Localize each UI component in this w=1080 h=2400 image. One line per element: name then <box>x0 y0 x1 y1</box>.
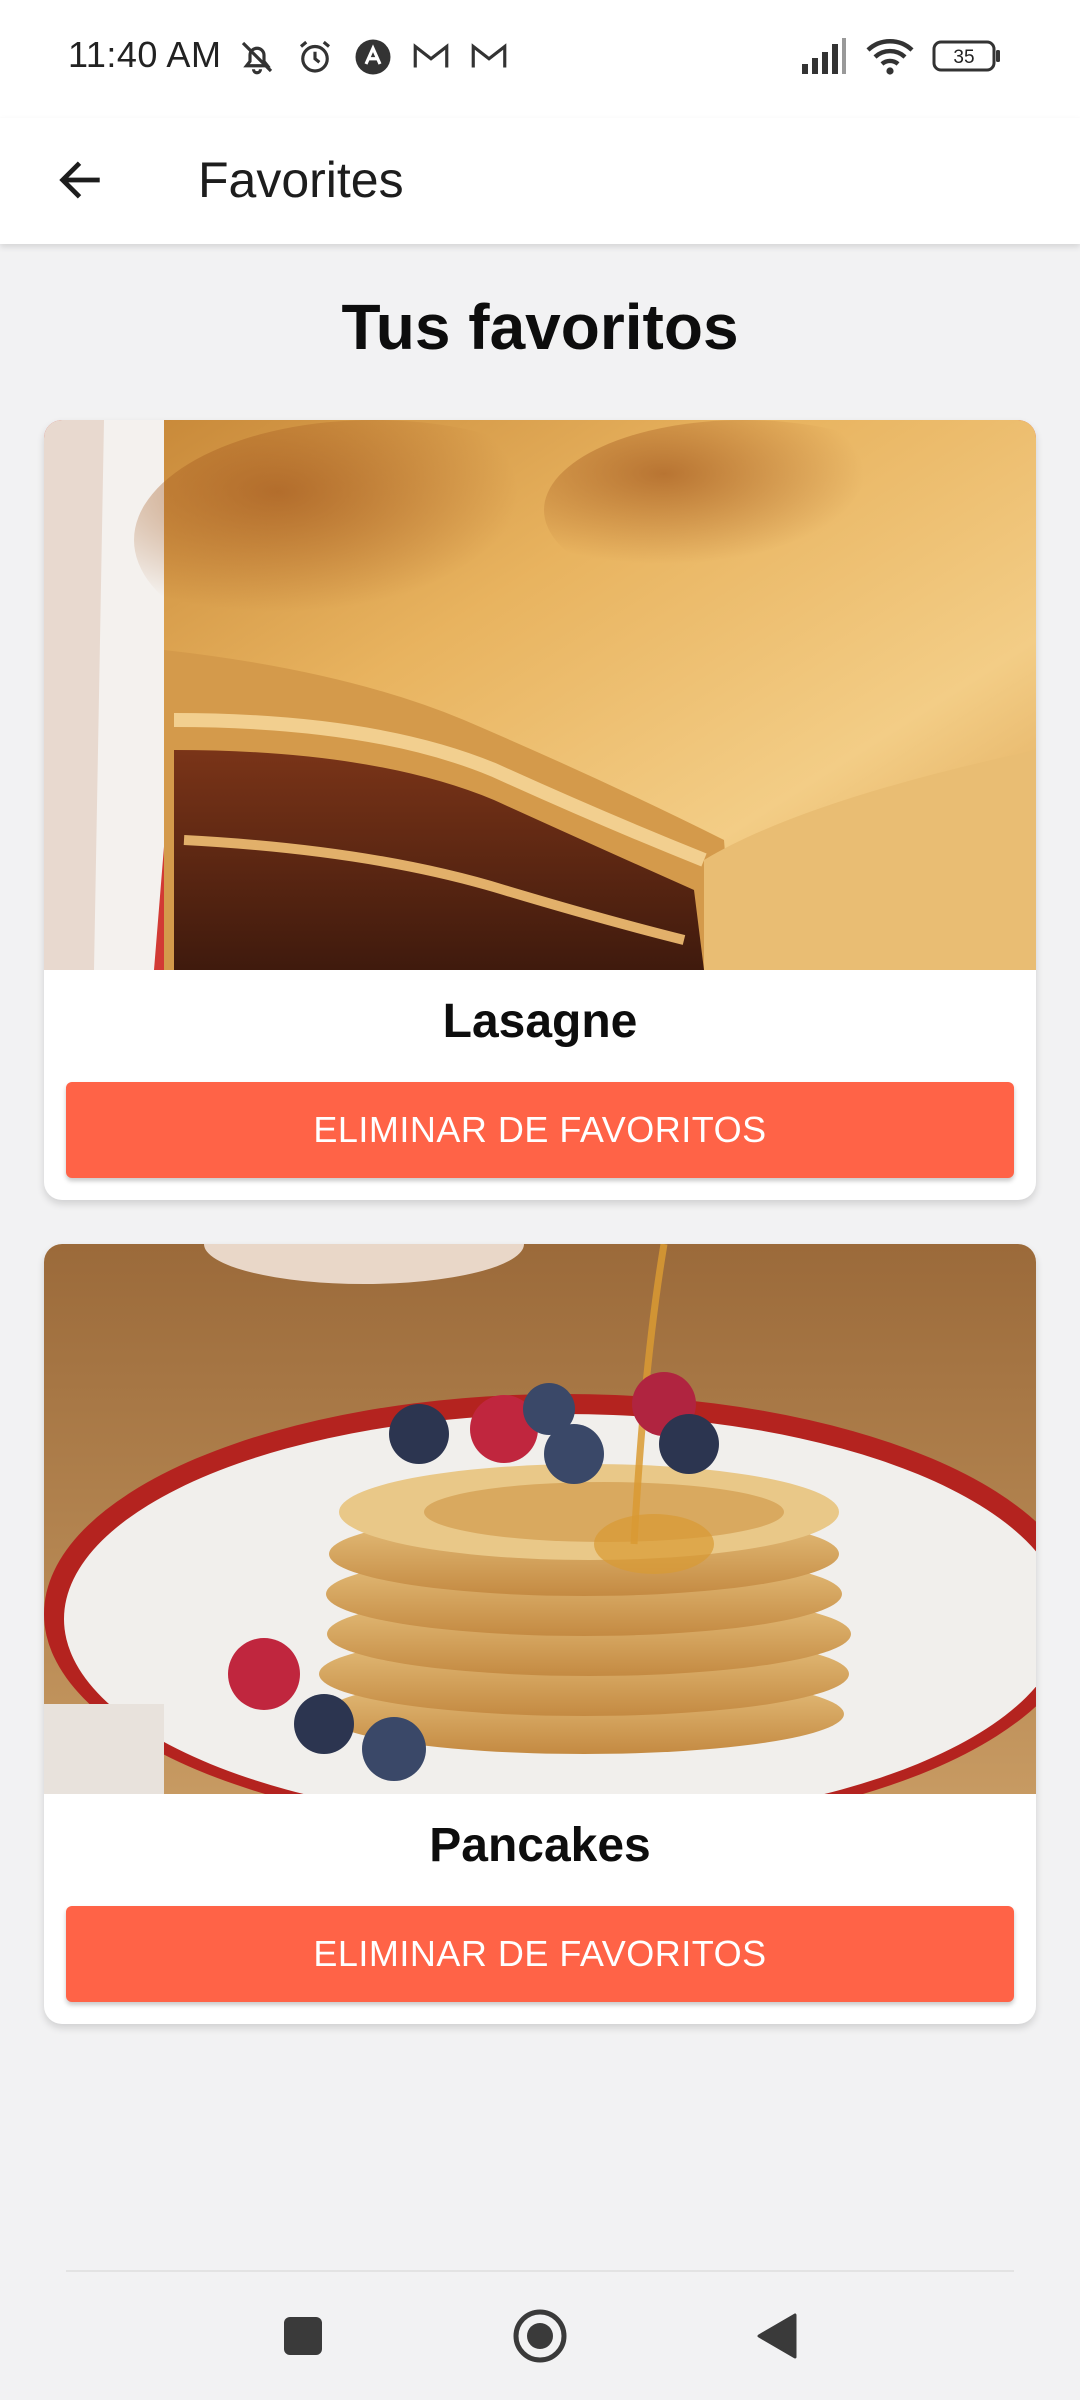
page-heading: Tus favoritos <box>341 291 739 363</box>
gmail-icon <box>471 43 507 68</box>
favorite-card-pancakes: Pancakes ELIMINAR DE FAVORITOS <box>44 1244 1036 2024</box>
nav-back-button[interactable] <box>737 2296 817 2376</box>
home-button[interactable] <box>500 2296 580 2376</box>
recipe-name: Lasagne <box>442 995 638 1048</box>
remove-favorite-button[interactable]: ELIMINAR DE FAVORITOS <box>66 1906 1014 2002</box>
back-triangle-icon <box>757 2313 797 2359</box>
gmail-icon <box>413 43 449 68</box>
alarm-icon <box>299 40 331 73</box>
favorite-card-lasagne: Lasagne ELIMINAR DE FAVORITOS <box>44 420 1036 1200</box>
app-title: Favorites <box>198 152 404 208</box>
app-icon <box>355 39 391 75</box>
back-button[interactable] <box>40 140 120 220</box>
status-system-icons: 35 <box>800 36 1002 76</box>
app-bar: Favorites <box>0 118 1080 244</box>
arrow-left-icon <box>59 161 100 199</box>
pancakes-photo <box>44 1244 1036 1794</box>
recents-square-icon <box>284 2317 322 2355</box>
lasagne-photo <box>44 420 1036 970</box>
battery-icon: 35 <box>932 39 1002 73</box>
status-bar: 11:40 AM 35 <box>0 0 1080 118</box>
recipe-name: Pancakes <box>429 1819 651 1872</box>
wifi-icon <box>866 39 914 75</box>
mute-icon <box>241 41 273 75</box>
status-time: 11:40 AM <box>68 34 222 75</box>
remove-favorite-button[interactable]: ELIMINAR DE FAVORITOS <box>66 1082 1014 1178</box>
home-circle-icon <box>513 2309 567 2363</box>
recents-button[interactable] <box>263 2296 343 2376</box>
system-nav-bar <box>0 2272 1080 2400</box>
battery-level: 35 <box>953 47 974 68</box>
status-notification-icons <box>236 36 510 78</box>
signal-icon <box>802 38 846 74</box>
